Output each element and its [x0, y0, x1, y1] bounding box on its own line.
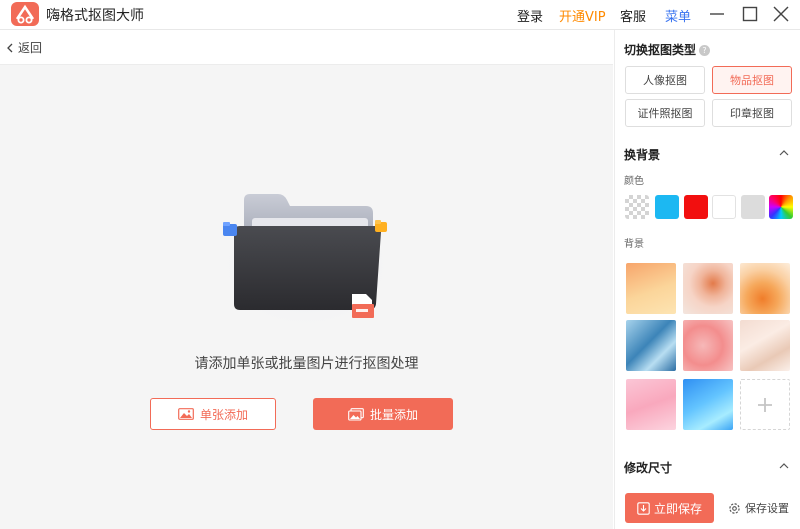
single-add-label: 单张添加: [199, 407, 248, 422]
title-bar: 嗨格式抠图大师 登录 开通VIP 客服 菜单: [0, 0, 800, 30]
background-thumb-2[interactable]: [683, 263, 733, 314]
background-thumb-7[interactable]: [626, 379, 676, 430]
color-swatch-gray[interactable]: [741, 195, 765, 219]
resize-title: 修改尺寸: [624, 461, 673, 475]
switch-type-title: 切换抠图类型?: [624, 41, 711, 58]
type-object-button[interactable]: 物品抠图: [712, 66, 792, 94]
menu-link[interactable]: 菜单: [665, 6, 691, 25]
empty-folder-illustration: [218, 194, 394, 328]
background-thumb-4[interactable]: [626, 320, 676, 371]
single-add-button[interactable]: 单张添加: [150, 398, 276, 430]
maximize-icon[interactable]: [740, 4, 760, 24]
chevron-left-icon: [7, 43, 13, 52]
background-thumb-5[interactable]: [683, 320, 733, 371]
help-icon[interactable]: ?: [699, 45, 711, 56]
change-background-title: 换背景: [624, 148, 661, 162]
add-background-button[interactable]: [740, 379, 790, 430]
chevron-up-icon[interactable]: [779, 462, 789, 470]
close-icon[interactable]: [771, 4, 791, 24]
gear-icon: [729, 502, 740, 514]
save-settings-button[interactable]: 保存设置: [728, 500, 789, 516]
color-swatch-red[interactable]: [684, 195, 708, 219]
batch-add-label: 批量添加: [369, 407, 418, 422]
background-thumb-3[interactable]: [740, 263, 790, 314]
color-swatch-blue[interactable]: [655, 195, 679, 219]
images-icon: [348, 407, 364, 421]
back-bar: 返回: [0, 30, 613, 65]
main-workspace: 返回 请添加单张或批量图片进行抠图处理 单张添加 批量添加: [0, 30, 613, 529]
download-icon: [637, 501, 650, 515]
color-swatch-transparent[interactable]: [625, 195, 649, 219]
app-logo-icon: [11, 2, 39, 26]
customer-service-link[interactable]: 客服: [620, 6, 646, 25]
plus-icon: [758, 397, 772, 412]
login-link[interactable]: 登录: [517, 6, 543, 25]
background-thumb-8[interactable]: [683, 379, 733, 430]
color-swatch-white[interactable]: [712, 195, 736, 219]
save-now-button[interactable]: 立即保存: [625, 493, 714, 523]
type-seal-button[interactable]: 印章抠图: [712, 99, 792, 127]
upload-hint-text: 请添加单张或批量图片进行抠图处理: [194, 356, 419, 372]
batch-add-button[interactable]: 批量添加: [313, 398, 453, 430]
background-thumb-1[interactable]: [626, 263, 676, 314]
color-label: 颜色: [624, 176, 644, 187]
app-title: 嗨格式抠图大师: [46, 8, 144, 24]
back-label: 返回: [18, 41, 43, 55]
image-icon: [178, 408, 194, 420]
settings-panel: 切换抠图类型? 人像抠图 物品抠图 证件照抠图 印章抠图 换背景 颜色 背景 修…: [614, 30, 800, 529]
save-settings-label: 保存设置: [745, 502, 789, 515]
open-vip-link[interactable]: 开通VIP: [559, 6, 606, 25]
background-label: 背景: [624, 239, 644, 250]
save-now-label: 立即保存: [653, 501, 702, 516]
back-button[interactable]: 返回: [6, 39, 42, 56]
type-id-photo-button[interactable]: 证件照抠图: [625, 99, 705, 127]
type-portrait-button[interactable]: 人像抠图: [625, 66, 705, 94]
chevron-up-icon[interactable]: [779, 149, 789, 157]
background-thumb-6[interactable]: [740, 320, 790, 371]
color-swatch-custom[interactable]: [769, 195, 793, 219]
switch-type-title-text: 切换抠图类型: [624, 43, 697, 57]
minimize-icon[interactable]: [707, 4, 727, 24]
